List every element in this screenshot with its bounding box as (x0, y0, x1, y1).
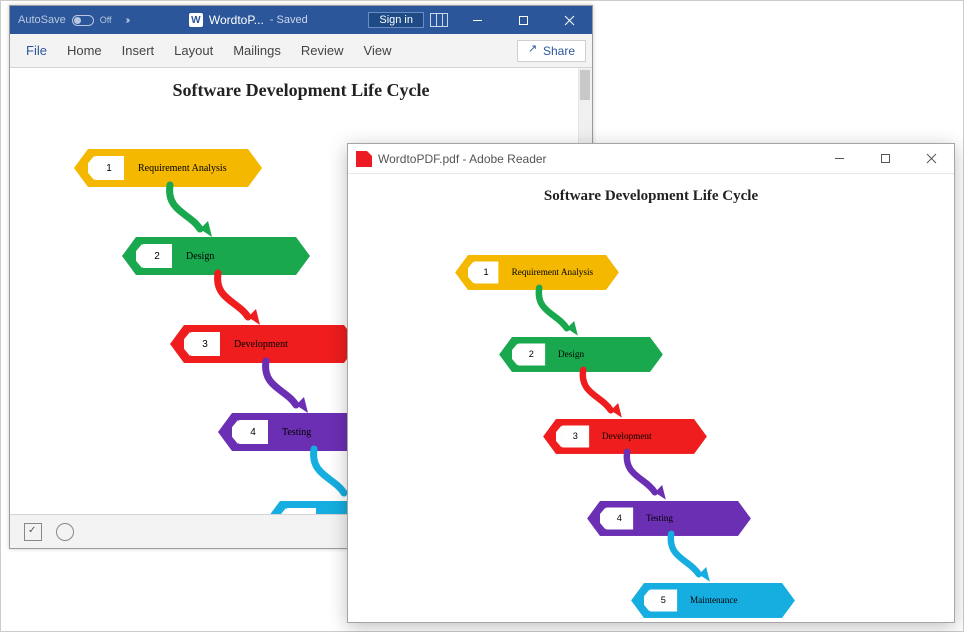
ribbon-display-options-icon[interactable] (430, 13, 448, 27)
chevron-head-icon (650, 337, 663, 372)
document-filename: WordtoP... (209, 13, 264, 27)
spellcheck-icon[interactable] (24, 523, 42, 541)
close-icon (564, 15, 575, 26)
step-label: Maintenance (677, 595, 750, 605)
quick-access-overflow-icon[interactable]: ›› (112, 15, 129, 26)
chevron-tail-icon (266, 501, 280, 514)
tab-layout[interactable]: Layout (164, 34, 223, 67)
tab-file[interactable]: File (16, 34, 57, 67)
chevron-tail-icon (170, 325, 184, 363)
connector-arrow-icon (574, 368, 629, 423)
step-label: Testing (633, 513, 686, 523)
tab-review[interactable]: Review (291, 34, 354, 67)
chevron-tail-icon (543, 419, 556, 454)
sign-in-button[interactable]: Sign in (368, 12, 424, 28)
connector-arrow-icon (208, 271, 268, 331)
minimize-button[interactable] (454, 6, 500, 34)
chevron-tail-icon (587, 501, 600, 536)
process-step: 1 Requirement Analysis (88, 149, 248, 187)
connector-arrow-icon (256, 359, 316, 419)
connector-arrow-icon (662, 532, 717, 587)
pdf-app-icon (356, 151, 372, 167)
chevron-tail-icon (631, 583, 644, 618)
minimize-icon (472, 15, 483, 26)
step-number-badge: 4 (238, 420, 268, 444)
maximize-button[interactable] (500, 6, 546, 34)
chevron-head-icon (738, 501, 751, 536)
word-titlebar: AutoSave Off ›› W WordtoP... - Saved Sig… (10, 6, 592, 34)
maximize-icon (880, 153, 891, 164)
process-step: 5 Maintenance (644, 583, 782, 618)
process-step: 1 Requirement Analysis (468, 255, 606, 290)
step-number-badge: 1 (94, 156, 124, 180)
step-label: Design (545, 349, 597, 359)
step-number-badge: 2 (518, 343, 546, 365)
connector-arrow-icon (160, 183, 220, 243)
chevron-head-icon (694, 419, 707, 454)
chevron-tail-icon (122, 237, 136, 275)
connector-arrow-icon (530, 286, 585, 341)
step-label: Requirement Analysis (499, 267, 606, 277)
minimize-icon (834, 153, 845, 164)
step-label: Development (589, 431, 664, 441)
process-step: 2 Design (136, 237, 296, 275)
toggle-off-icon (72, 15, 94, 26)
chevron-head-icon (296, 237, 310, 275)
doc-title: Software Development Life Cycle (10, 68, 592, 101)
pdf-maximize-button[interactable] (862, 144, 908, 173)
process-step: 4 Testing (600, 501, 738, 536)
step-number-badge: 3 (562, 425, 590, 447)
document-saved-label: - Saved (270, 14, 308, 26)
window-title: W WordtoP... - Saved (128, 13, 368, 27)
chevron-tail-icon (218, 413, 232, 451)
pdf-minimize-button[interactable] (816, 144, 862, 173)
step-number-badge: 4 (606, 507, 634, 529)
pdf-doc-title: Software Development Life Cycle (348, 174, 954, 205)
share-label: Share (543, 44, 575, 58)
autosave-toggle[interactable]: AutoSave Off (10, 14, 112, 26)
step-number-badge: 5 (650, 589, 678, 611)
step-label: Design (172, 251, 228, 262)
share-button[interactable]: Share (517, 40, 586, 62)
tab-insert[interactable]: Insert (112, 34, 165, 67)
chevron-head-icon (782, 583, 795, 618)
step-label: Requirement Analysis (124, 163, 241, 174)
maximize-icon (518, 15, 529, 26)
autosave-state: Off (100, 15, 112, 25)
chevron-tail-icon (74, 149, 88, 187)
step-label: Testing (268, 427, 325, 438)
pdf-close-button[interactable] (908, 144, 954, 173)
connector-arrow-icon (618, 450, 673, 505)
chevron-tail-icon (499, 337, 512, 372)
autosave-label: AutoSave (18, 14, 66, 26)
step-number-badge: 1 (474, 261, 499, 283)
pdf-titlebar: WordtoPDF.pdf - Adobe Reader (348, 144, 954, 174)
step-number-badge: 3 (190, 332, 220, 356)
tab-home[interactable]: Home (57, 34, 112, 67)
process-step: 3 Development (556, 419, 694, 454)
chevron-head-icon (248, 149, 262, 187)
tab-view[interactable]: View (354, 34, 402, 67)
pdf-window-title: WordtoPDF.pdf - Adobe Reader (378, 152, 547, 166)
pdf-document-canvas[interactable]: Software Development Life Cycle 1 Requir… (348, 174, 954, 622)
share-icon (528, 45, 539, 56)
tab-mailings[interactable]: Mailings (223, 34, 291, 67)
pdf-reader-window: WordtoPDF.pdf - Adobe Reader Software De… (347, 143, 955, 623)
close-icon (926, 153, 937, 164)
process-step: 2 Design (512, 337, 650, 372)
ribbon: File Home Insert Layout Mailings Review … (10, 34, 592, 68)
chevron-head-icon (606, 255, 619, 290)
process-step: 3 Development (184, 325, 344, 363)
close-button[interactable] (546, 6, 592, 34)
word-app-icon: W (189, 13, 203, 27)
scrollbar-thumb[interactable] (580, 70, 590, 100)
step-number-badge: 2 (142, 244, 172, 268)
accessibility-icon[interactable] (56, 523, 74, 541)
step-label: Development (220, 339, 302, 350)
chevron-tail-icon (455, 255, 468, 290)
